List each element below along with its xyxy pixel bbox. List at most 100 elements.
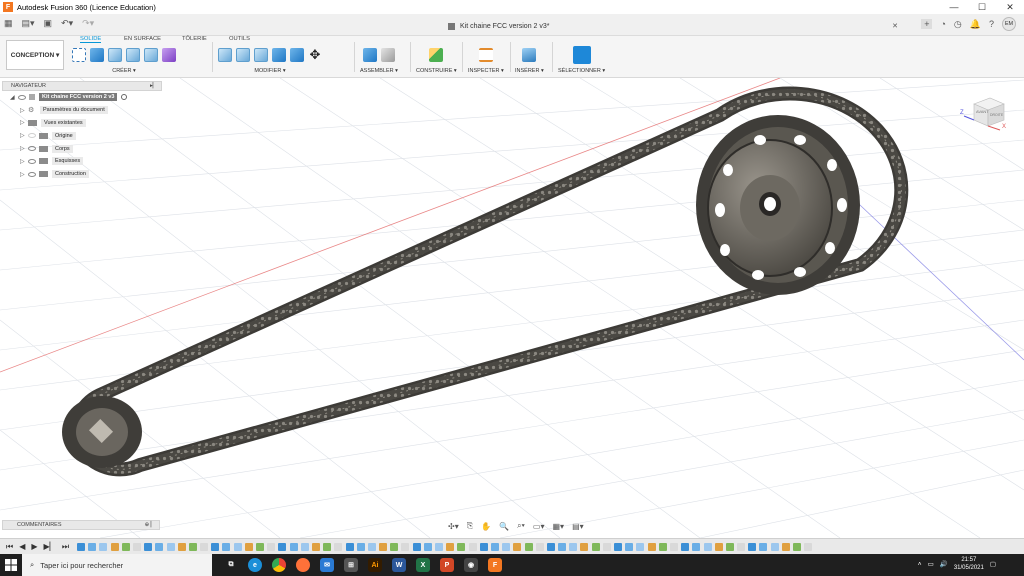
pattern-icon[interactable] (144, 48, 158, 62)
timeline-feature-icon[interactable] (390, 542, 399, 551)
redo-icon[interactable]: ↷▾ (82, 18, 94, 29)
store-icon[interactable]: ⊞ (344, 558, 358, 572)
timeline-feature-icon[interactable] (256, 542, 265, 551)
undo-icon[interactable]: ↶▾ (61, 18, 73, 29)
group-select-label[interactable]: SÉLECTIONNER ▾ (558, 68, 605, 74)
expand-arrow-icon[interactable]: ▷ (20, 171, 28, 178)
tab-outils[interactable]: OUTILS (229, 36, 250, 42)
group-construct-label[interactable]: CONSTRUIRE ▾ (416, 68, 457, 74)
timeline-feature-icon[interactable] (636, 542, 645, 551)
job-status-icon[interactable]: ◔ (940, 19, 945, 29)
timeline-feature-icon[interactable] (233, 542, 242, 551)
timeline-feature-icon[interactable] (155, 542, 164, 551)
timeline-feature-icon[interactable] (669, 542, 678, 551)
maximize-button[interactable]: ☐ (968, 0, 996, 14)
navigator-item-bodies[interactable]: ▷ Corps (2, 142, 162, 155)
shell-icon[interactable] (272, 48, 286, 62)
group-assemble-label[interactable]: ASSEMBLER ▾ (360, 68, 398, 74)
grid-settings-icon[interactable]: ▦▾ (552, 522, 564, 531)
start-button[interactable] (0, 554, 22, 576)
fillet-icon[interactable] (236, 48, 250, 62)
tab-tolerie[interactable]: TÔLERIE (182, 36, 207, 42)
timeline-feature-icon[interactable] (99, 542, 108, 551)
timeline-feature-icon[interactable] (132, 542, 141, 551)
mail-icon[interactable]: ✉ (320, 558, 334, 572)
large-sprocket[interactable] (696, 115, 860, 295)
select-cursor-icon[interactable] (572, 46, 591, 64)
visibility-eye-icon[interactable] (28, 171, 36, 177)
volume-icon[interactable]: 🔊 (940, 560, 948, 568)
visibility-eye-icon[interactable] (28, 133, 36, 139)
timeline-feature-icon[interactable] (748, 542, 757, 551)
tab-en-surface[interactable]: EN SURFACE (124, 36, 161, 42)
joint-icon[interactable] (380, 48, 395, 62)
help-icon[interactable]: ? (989, 19, 994, 29)
expand-arrow-icon[interactable]: ◢ (10, 94, 18, 101)
timeline-forward-icon[interactable]: ▶▏ (44, 542, 56, 552)
taskbar-clock[interactable]: 21:57 31/05/2021 (954, 556, 984, 572)
timeline-feature-icon[interactable] (468, 542, 477, 551)
timeline-feature-icon[interactable] (770, 542, 779, 551)
timeline-feature-icon[interactable] (423, 542, 432, 551)
fit-icon[interactable]: ⌕▾ (517, 521, 525, 531)
timeline-feature-icon[interactable] (267, 542, 276, 551)
combine-icon[interactable] (290, 48, 304, 62)
navigator-collapse-icon[interactable]: ▸▏ (150, 83, 157, 89)
navigator-item-named-views[interactable]: ▷ Vues existantes (2, 117, 162, 130)
timeline-feature-icon[interactable] (725, 542, 734, 551)
expand-arrow-icon[interactable]: ▷ (20, 119, 28, 126)
visibility-eye-icon[interactable] (18, 94, 26, 100)
navigator-root[interactable]: ◢ Kit chaine FCC version 2 v3 (2, 91, 162, 104)
timeline-feature-icon[interactable] (278, 542, 287, 551)
comments-panel[interactable]: COMMENTAIRES ⊕ ▏ (2, 520, 160, 530)
timeline-feature-icon[interactable] (110, 542, 119, 551)
edge-icon[interactable]: e (248, 558, 262, 572)
extensions-icon[interactable]: 🔔 (970, 19, 981, 30)
revolve-icon[interactable] (126, 48, 140, 62)
group-insert-label[interactable]: INSÉRER ▾ (515, 68, 544, 74)
timeline-feature-icon[interactable] (401, 542, 410, 551)
data-panel-grid-icon[interactable]: ▦ (4, 18, 13, 29)
powerpoint-icon[interactable]: P (440, 558, 454, 572)
timeline-feature-icon[interactable] (714, 542, 723, 551)
navigator-item-origin[interactable]: ▷ Origine (2, 129, 162, 142)
timeline-feature-icon[interactable] (379, 542, 388, 551)
expand-arrow-icon[interactable]: ▷ (20, 132, 28, 139)
visibility-eye-icon[interactable] (28, 158, 36, 164)
navigator-header[interactable]: NAVIGATEUR ▸▏ (2, 81, 162, 91)
task-view-icon[interactable]: ⧉ (224, 558, 238, 572)
add-comment-icon[interactable]: ⊕ ▏ (145, 522, 155, 528)
timeline-feature-icon[interactable] (188, 542, 197, 551)
timeline-feature-icon[interactable] (513, 542, 522, 551)
timeline-track[interactable] (77, 542, 813, 551)
look-at-icon[interactable]: ⎘ (467, 521, 473, 531)
view-cube[interactable]: AVANT DROITE Z X (960, 92, 1010, 132)
timeline-feature-icon[interactable] (558, 542, 567, 551)
active-radio-icon[interactable] (121, 94, 128, 101)
group-inspect-label[interactable]: INSPECTER ▾ (468, 68, 504, 74)
expand-arrow-icon[interactable]: ▷ (20, 145, 28, 152)
timeline-feature-icon[interactable] (625, 542, 634, 551)
navigator-item-construction[interactable]: ▷ Construction (2, 168, 162, 181)
close-tab-icon[interactable]: ✕ (892, 22, 898, 30)
new-component-assemble-icon[interactable] (362, 48, 377, 62)
chrome-icon[interactable] (272, 558, 286, 572)
timeline-feature-icon[interactable] (289, 542, 298, 551)
timeline-feature-icon[interactable] (446, 542, 455, 551)
fusion360-taskbar-icon[interactable]: F (488, 558, 502, 572)
expand-arrow-icon[interactable]: ▷ (20, 158, 28, 165)
timeline-feature-icon[interactable] (367, 542, 376, 551)
timeline-feature-icon[interactable] (535, 542, 544, 551)
navigator-item-sketches[interactable]: ▷ Esquisses (2, 155, 162, 168)
timeline-feature-icon[interactable] (681, 542, 690, 551)
timeline-feature-icon[interactable] (222, 542, 231, 551)
timeline-feature-icon[interactable] (77, 542, 86, 551)
taskbar-search[interactable]: ⌕ Taper ici pour rechercher (22, 554, 212, 576)
tray-expand-icon[interactable]: ˄ (918, 561, 922, 568)
timeline-feature-icon[interactable] (759, 542, 768, 551)
timeline-feature-icon[interactable] (490, 542, 499, 551)
timeline-end-icon[interactable]: ⏭ (62, 542, 69, 552)
illustrator-icon[interactable]: Ai (368, 558, 382, 572)
timeline-back-icon[interactable]: ◀ (19, 542, 25, 552)
expand-arrow-icon[interactable]: ▷ (20, 107, 28, 114)
